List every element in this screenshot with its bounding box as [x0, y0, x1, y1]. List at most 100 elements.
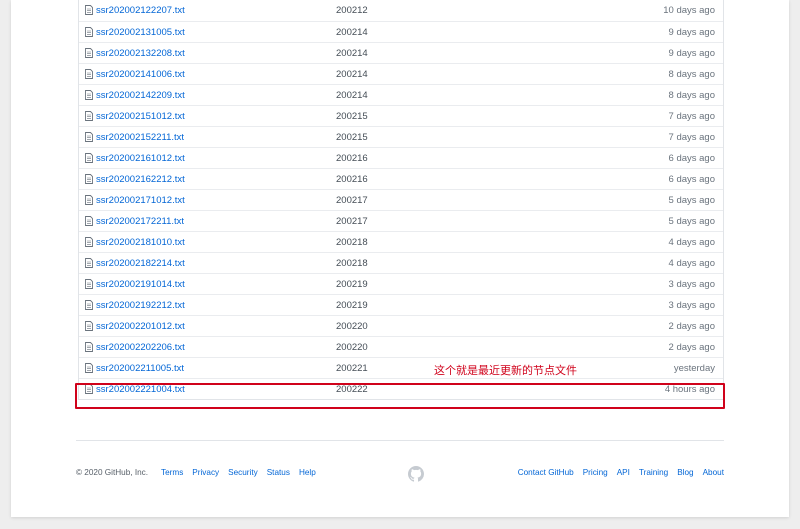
- file-name-link[interactable]: ssr202002161012.txt: [96, 153, 185, 164]
- file-row: ssr202002122207.txt 200212 10 days ago: [79, 0, 723, 21]
- commit-message[interactable]: 200219: [336, 279, 368, 290]
- file-name-link[interactable]: ssr202002152211.txt: [96, 132, 184, 143]
- commit-age: 9 days ago: [668, 26, 715, 38]
- file-name-link[interactable]: ssr202002131005.txt: [96, 27, 185, 38]
- commit-age: 4 hours ago: [664, 383, 715, 395]
- file-name-link[interactable]: ssr202002182214.txt: [96, 258, 185, 269]
- commit-age: 2 days ago: [668, 320, 715, 332]
- footer-link-contact-github[interactable]: Contact GitHub: [518, 468, 574, 477]
- commit-message[interactable]: 200221: [336, 363, 368, 374]
- commit-message[interactable]: 200222: [336, 384, 368, 395]
- file-name-link[interactable]: ssr202002151012.txt: [96, 111, 185, 122]
- commit-message[interactable]: 200216: [336, 174, 368, 185]
- file-icon: [85, 363, 93, 373]
- footer-divider: [76, 440, 724, 441]
- file-name-link[interactable]: ssr202002171012.txt: [96, 195, 185, 206]
- file-icon: [85, 237, 93, 247]
- footer-right-links: Contact GitHub Pricing API Training Blog Abou…: [518, 468, 724, 477]
- footer-link-privacy[interactable]: Privacy: [192, 468, 219, 477]
- file-name-link[interactable]: ssr202002211005.txt: [96, 363, 184, 374]
- file-icon: [85, 27, 93, 37]
- file-row: ssr202002191014.txt 200219 3 days ago: [79, 273, 723, 294]
- footer-link-pricing[interactable]: Pricing: [583, 468, 608, 477]
- file-name-link[interactable]: ssr202002221004.txt: [96, 384, 185, 395]
- footer-link-security[interactable]: Security: [228, 468, 258, 477]
- commit-message[interactable]: 200220: [336, 321, 368, 332]
- commit-age: 8 days ago: [668, 89, 715, 101]
- commit-age: 3 days ago: [668, 299, 715, 311]
- file-row: ssr202002141006.txt 200214 8 days ago: [79, 63, 723, 84]
- file-name-link[interactable]: ssr202002191014.txt: [96, 279, 185, 290]
- commit-message[interactable]: 200218: [336, 237, 368, 248]
- footer-link-help[interactable]: Help: [299, 468, 316, 477]
- commit-message[interactable]: 200217: [336, 216, 368, 227]
- commit-age: yesterday: [673, 362, 715, 374]
- commit-age: 3 days ago: [668, 278, 715, 290]
- file-icon: [85, 132, 93, 142]
- file-name-link[interactable]: ssr202002192212.txt: [96, 300, 185, 311]
- file-icon: [85, 195, 93, 205]
- footer-link-training[interactable]: Training: [639, 468, 668, 477]
- file-list: ssr202002122207.txt 200212 10 days ago ssr2…: [78, 0, 724, 400]
- file-name-link[interactable]: ssr202002122207.txt: [96, 5, 185, 16]
- footer-left-links: Terms Privacy Security Status Help: [161, 468, 316, 477]
- file-name-link[interactable]: ssr202002202206.txt: [96, 342, 185, 353]
- github-logo-icon[interactable]: [408, 466, 424, 482]
- file-name-link[interactable]: ssr202002172211.txt: [96, 216, 184, 227]
- file-row: ssr202002181010.txt 200218 4 days ago: [79, 231, 723, 252]
- file-icon: [85, 300, 93, 310]
- commit-message[interactable]: 200215: [336, 132, 368, 143]
- commit-age: 6 days ago: [668, 152, 715, 164]
- commit-message[interactable]: 200219: [336, 300, 368, 311]
- footer: © 2020 GitHub, Inc. Terms Privacy Security…: [76, 466, 724, 482]
- commit-message[interactable]: 200220: [336, 342, 368, 353]
- commit-age: 10 days ago: [663, 5, 715, 16]
- file-icon: [85, 48, 93, 58]
- footer-link-api[interactable]: API: [617, 468, 630, 477]
- file-icon: [85, 321, 93, 331]
- commit-age: 9 days ago: [668, 47, 715, 59]
- file-row: ssr202002131005.txt 200214 9 days ago: [79, 21, 723, 42]
- commit-age: 6 days ago: [668, 173, 715, 185]
- file-name-link[interactable]: ssr202002142209.txt: [96, 90, 185, 101]
- file-icon: [85, 258, 93, 268]
- footer-link-terms[interactable]: Terms: [161, 468, 183, 477]
- commit-message[interactable]: 200212: [336, 5, 368, 16]
- file-row: ssr202002142209.txt 200214 8 days ago: [79, 84, 723, 105]
- file-row: ssr202002221004.txt 200222 4 hours ago: [79, 378, 723, 399]
- commit-age: 4 days ago: [668, 236, 715, 248]
- file-name-link[interactable]: ssr202002162212.txt: [96, 174, 185, 185]
- commit-message[interactable]: 200218: [336, 258, 368, 269]
- commit-message[interactable]: 200217: [336, 195, 368, 206]
- commit-message[interactable]: 200215: [336, 111, 368, 122]
- commit-message[interactable]: 200214: [336, 48, 368, 59]
- file-row: ssr202002202206.txt 200220 2 days ago: [79, 336, 723, 357]
- copyright: © 2020 GitHub, Inc.: [76, 468, 149, 477]
- file-row: ssr202002201012.txt 200220 2 days ago: [79, 315, 723, 336]
- file-icon: [85, 342, 93, 352]
- file-row: ssr202002171012.txt 200217 5 days ago: [79, 189, 723, 210]
- footer-link-about[interactable]: About: [703, 468, 724, 477]
- file-name-link[interactable]: ssr202002132208.txt: [96, 48, 185, 59]
- footer-link-status[interactable]: Status: [267, 468, 290, 477]
- commit-age: 7 days ago: [668, 131, 715, 143]
- file-name-link[interactable]: ssr202002181010.txt: [96, 237, 185, 248]
- commit-message[interactable]: 200214: [336, 69, 368, 80]
- commit-message[interactable]: 200214: [336, 27, 368, 38]
- file-icon: [85, 153, 93, 163]
- annotation-text: 这个就是最近更新的节点文件: [434, 364, 577, 377]
- commit-message[interactable]: 200216: [336, 153, 368, 164]
- file-icon: [85, 279, 93, 289]
- file-row: ssr202002182214.txt 200218 4 days ago: [79, 252, 723, 273]
- footer-link-blog[interactable]: Blog: [677, 468, 693, 477]
- file-icon: [85, 216, 93, 226]
- file-icon: [85, 69, 93, 79]
- commit-message[interactable]: 200214: [336, 90, 368, 101]
- file-icon: [85, 90, 93, 100]
- commit-age: 5 days ago: [668, 194, 715, 206]
- file-icon: [85, 5, 93, 15]
- file-row: ssr202002172211.txt 200217 5 days ago: [79, 210, 723, 231]
- commit-age: 4 days ago: [668, 257, 715, 269]
- file-name-link[interactable]: ssr202002141006.txt: [96, 69, 185, 80]
- file-name-link[interactable]: ssr202002201012.txt: [96, 321, 185, 332]
